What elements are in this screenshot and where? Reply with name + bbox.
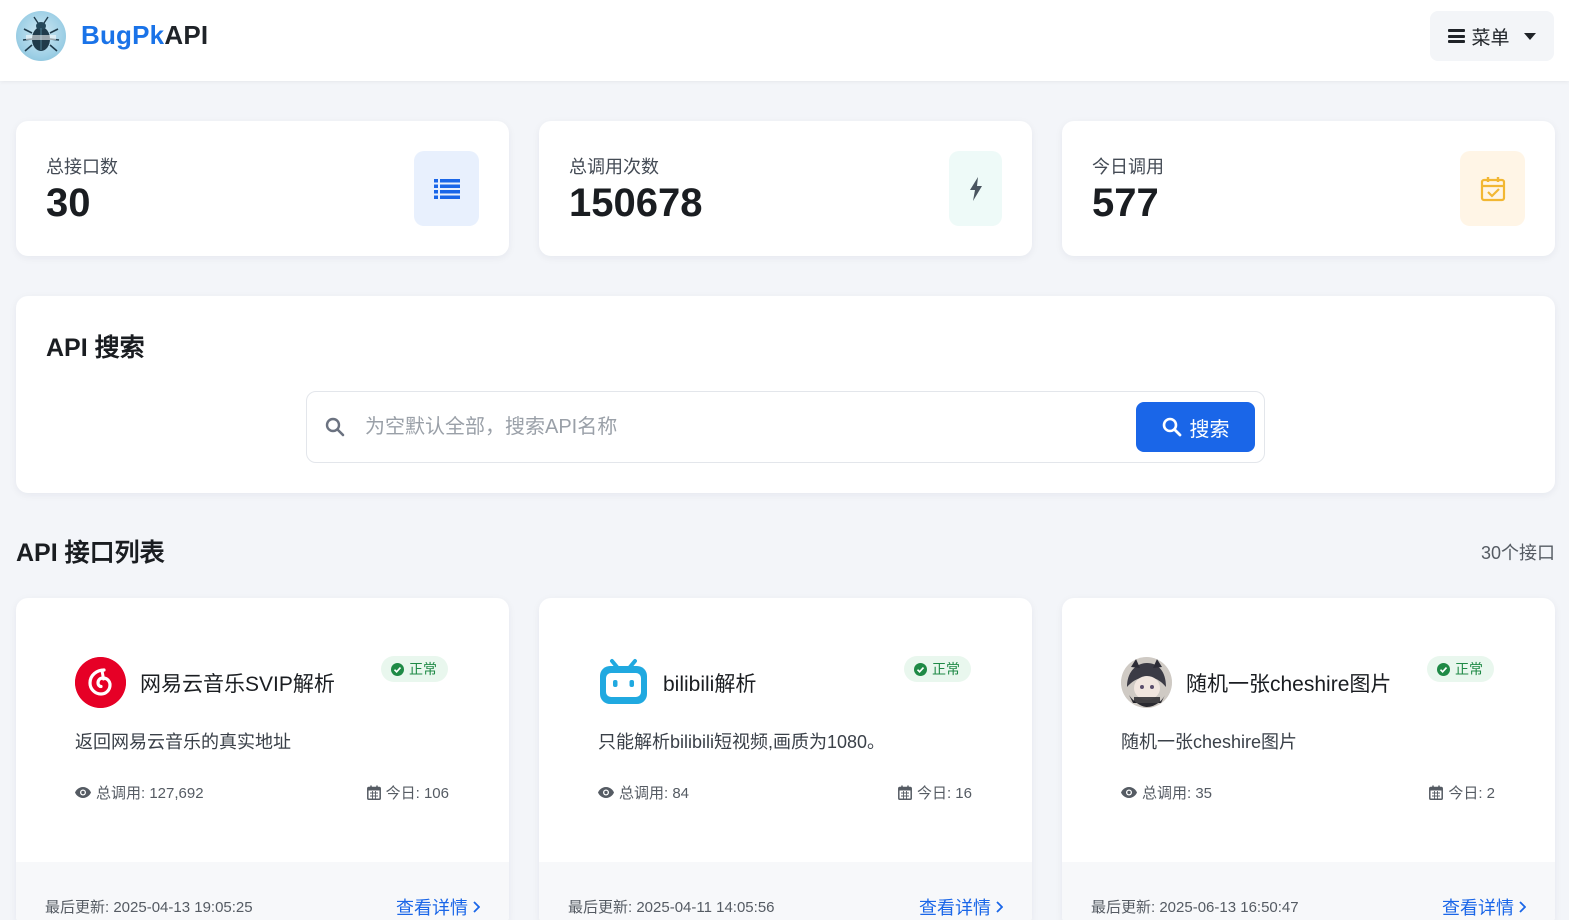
status-badge: 正常 bbox=[904, 656, 971, 682]
search-box: 搜索 bbox=[306, 391, 1265, 463]
status-badge: 正常 bbox=[1427, 656, 1494, 682]
stat-card-total-apis: 总接口数 30 bbox=[16, 121, 509, 256]
search-title: API 搜索 bbox=[46, 334, 145, 362]
api-card-footer: 最后更新: 2025-04-11 14:05:56 查看详情 bbox=[539, 862, 1032, 920]
total-calls: 总调用: 35 bbox=[1121, 782, 1212, 803]
today-calls: 今日: 16 bbox=[898, 782, 972, 803]
bug-logo-icon[interactable] bbox=[16, 11, 66, 61]
eye-icon bbox=[1121, 787, 1137, 798]
chevron-right-icon bbox=[473, 901, 480, 913]
calendar-icon bbox=[1429, 785, 1444, 800]
calendar-icon bbox=[366, 785, 381, 800]
api-name: bilibili解析 bbox=[663, 673, 757, 696]
view-details-link[interactable]: 查看详情 bbox=[1442, 894, 1526, 920]
api-card-footer: 最后更新: 2025-04-13 19:05:25 查看详情 bbox=[16, 862, 509, 920]
status-badge: 正常 bbox=[381, 656, 448, 682]
search-button-label: 搜索 bbox=[1189, 418, 1230, 441]
netease-music-icon bbox=[75, 657, 126, 708]
menu-label: 菜单 bbox=[1471, 27, 1510, 49]
today-calls: 今日: 106 bbox=[366, 782, 449, 803]
last-updated: 最后更新: 2025-04-11 14:05:56 bbox=[568, 899, 775, 916]
api-card[interactable]: 网易云音乐SVIP解析 正常 返回网易云音乐的真实地址 总调用: 127,692… bbox=[16, 598, 509, 920]
top-header: BugPkAPI 菜单 bbox=[0, 0, 1569, 81]
search-button[interactable]: 搜索 bbox=[1136, 402, 1255, 452]
menu-dropdown-button[interactable]: 菜单 bbox=[1430, 11, 1554, 61]
today-calls: 今日: 2 bbox=[1429, 782, 1495, 803]
stat-card-today-calls: 今日调用 577 bbox=[1062, 121, 1555, 256]
chevron-right-icon bbox=[996, 901, 1003, 913]
brand-title[interactable]: BugPkAPI bbox=[81, 20, 208, 51]
stat-card-total-calls: 总调用次数 150678 bbox=[539, 121, 1032, 256]
calendar-icon bbox=[898, 785, 912, 800]
caret-down-icon bbox=[1523, 32, 1536, 40]
last-updated: 最后更新: 2025-04-13 19:05:25 bbox=[45, 899, 253, 916]
stat-label: 总接口数 bbox=[46, 157, 118, 177]
api-name: 随机一张cheshire图片 bbox=[1186, 673, 1392, 696]
list-icon bbox=[414, 151, 479, 226]
api-description: 返回网易云音乐的真实地址 bbox=[75, 732, 291, 752]
api-list-title: API 接口列表 bbox=[16, 539, 165, 567]
api-card[interactable]: bilibili解析 正常 只能解析bilibili短视频,画质为1080。 总… bbox=[539, 598, 1032, 920]
api-card-footer: 最后更新: 2025-06-13 16:50:47 查看详情 bbox=[1062, 862, 1555, 920]
stat-label: 总调用次数 bbox=[569, 157, 659, 177]
total-calls: 总调用: 127,692 bbox=[75, 782, 204, 803]
chevron-right-icon bbox=[1519, 901, 1526, 913]
stat-value: 577 bbox=[1092, 181, 1159, 225]
hamburger-icon bbox=[1448, 29, 1466, 43]
check-circle-icon bbox=[1437, 662, 1450, 676]
total-calls: 总调用: 84 bbox=[598, 782, 689, 803]
api-count: 30个接口 bbox=[1480, 543, 1555, 563]
stat-label: 今日调用 bbox=[1092, 157, 1164, 177]
check-circle-icon bbox=[391, 662, 404, 676]
search-panel: API 搜索 搜索 bbox=[16, 296, 1555, 493]
last-updated: 最后更新: 2025-06-13 16:50:47 bbox=[1091, 899, 1299, 916]
bolt-icon bbox=[949, 151, 1002, 226]
search-icon bbox=[1162, 417, 1181, 437]
api-description: 随机一张cheshire图片 bbox=[1121, 732, 1298, 752]
view-details-link[interactable]: 查看详情 bbox=[919, 894, 1003, 920]
search-icon bbox=[325, 417, 345, 442]
api-name: 网易云音乐SVIP解析 bbox=[140, 673, 335, 696]
bilibili-icon bbox=[598, 657, 649, 708]
stat-value: 150678 bbox=[569, 181, 703, 225]
calendar-check-icon bbox=[1460, 151, 1525, 226]
check-circle-icon bbox=[914, 662, 927, 676]
view-details-link[interactable]: 查看详情 bbox=[396, 894, 480, 920]
cheshire-avatar-icon bbox=[1121, 657, 1172, 708]
api-description: 只能解析bilibili短视频,画质为1080。 bbox=[598, 732, 886, 752]
eye-icon bbox=[75, 787, 91, 798]
search-input[interactable] bbox=[365, 406, 1125, 448]
stat-value: 30 bbox=[46, 181, 91, 225]
eye-icon bbox=[598, 787, 614, 798]
api-card[interactable]: 随机一张cheshire图片 正常 随机一张cheshire图片 总调用: 35… bbox=[1062, 598, 1555, 920]
